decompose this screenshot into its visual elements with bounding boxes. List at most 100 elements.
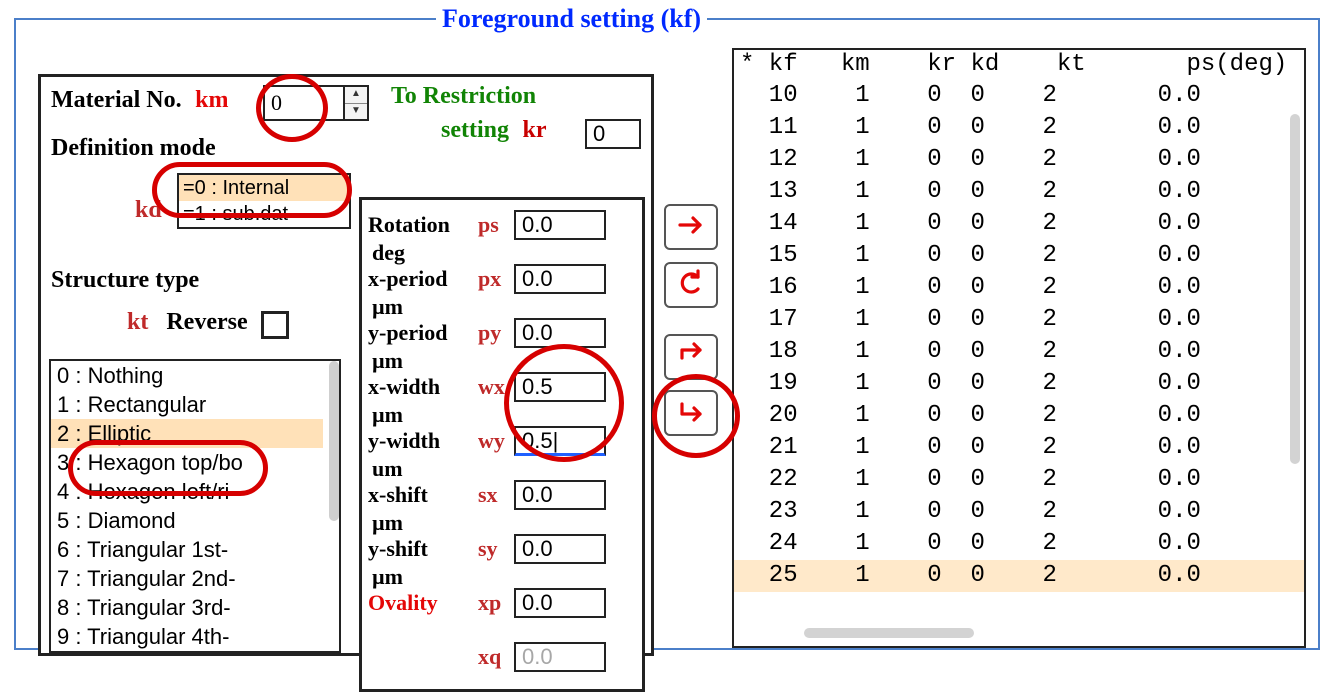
restriction-input[interactable] <box>585 119 641 149</box>
table-horizontal-scrollbar[interactable] <box>804 628 974 638</box>
param-row: x-widthwxµm <box>368 372 642 408</box>
apply-right-button[interactable] <box>664 204 718 250</box>
table-vertical-scrollbar[interactable] <box>1290 114 1300 464</box>
arrow-right-icon <box>676 210 706 240</box>
param-row: xq <box>368 642 642 678</box>
material-spinner: ▲ ▼ <box>263 85 369 121</box>
structure-type-item[interactable]: 1 : Rectangular <box>51 390 323 419</box>
param-label: y-shift <box>368 536 478 562</box>
table-row[interactable]: 21 1 0 0 2 0.0 <box>734 432 1304 464</box>
param-input-px[interactable] <box>514 264 606 294</box>
table-row[interactable]: 14 1 0 0 2 0.0 <box>734 208 1304 240</box>
structure-type-code: kt <box>127 309 148 335</box>
param-row: Rotationpsdeg <box>368 210 642 246</box>
param-row: x-periodpxµm <box>368 264 642 300</box>
settings-panel: Material No. km ▲ ▼ To Restriction setti… <box>38 74 654 656</box>
table-row[interactable]: 17 1 0 0 2 0.0 <box>734 304 1304 336</box>
param-label: Rotation <box>368 212 478 238</box>
param-input-xq[interactable] <box>514 642 606 672</box>
param-row: y-widthwyum <box>368 426 642 462</box>
parameters-panel: Rotationpsdegx-periodpxµmy-periodpyµmx-w… <box>359 197 645 692</box>
param-label: Ovality <box>368 590 478 616</box>
structure-list-scrollbar[interactable] <box>329 361 339 521</box>
loop-button[interactable] <box>664 262 718 308</box>
param-code: xq <box>478 644 514 670</box>
restriction-label2: setting <box>441 117 509 143</box>
table-row[interactable]: 12 1 0 0 2 0.0 <box>734 144 1304 176</box>
param-input-xp[interactable] <box>514 588 606 618</box>
param-code: sy <box>478 536 514 562</box>
param-unit: µm <box>372 402 420 428</box>
structure-type-item[interactable]: 3 : Hexagon top/bo <box>51 448 323 477</box>
param-label: x-period <box>368 266 478 292</box>
spinner-up-icon[interactable]: ▲ <box>345 87 367 104</box>
foreground-table: * kf km kr kd kt ps(deg) 10 1 0 0 2 0.0 … <box>732 48 1306 648</box>
param-label: y-width <box>368 428 478 454</box>
definition-mode-code: kd <box>135 197 162 223</box>
material-code: km <box>195 87 228 113</box>
table-row[interactable]: 18 1 0 0 2 0.0 <box>734 336 1304 368</box>
structure-type-item[interactable]: 6 : Triangular 1st- <box>51 535 323 564</box>
param-row: Ovalityxp <box>368 588 642 624</box>
param-code: wy <box>478 428 514 454</box>
param-input-py[interactable] <box>514 318 606 348</box>
param-unit: µm <box>372 510 420 536</box>
definition-mode-item[interactable]: =0 : Internal <box>179 175 349 201</box>
insert-down-button[interactable] <box>664 390 718 436</box>
definition-mode-label: Definition mode <box>51 135 216 161</box>
param-code: xp <box>478 590 514 616</box>
param-row: x-shiftsxµm <box>368 480 642 516</box>
table-row[interactable]: 15 1 0 0 2 0.0 <box>734 240 1304 272</box>
skip-button[interactable] <box>664 334 718 380</box>
table-header: * kf km kr kd kt ps(deg) <box>734 50 1304 80</box>
param-code: py <box>478 320 514 346</box>
table-row[interactable]: 16 1 0 0 2 0.0 <box>734 272 1304 304</box>
param-label: y-period <box>368 320 478 346</box>
table-row[interactable]: 13 1 0 0 2 0.0 <box>734 176 1304 208</box>
param-code: ps <box>478 212 514 238</box>
definition-mode-item[interactable]: =1 : sub.dat <box>179 201 349 227</box>
param-input-sx[interactable] <box>514 480 606 510</box>
restriction-code: kr <box>523 117 547 143</box>
material-input[interactable] <box>265 87 343 119</box>
param-input-wy[interactable] <box>514 426 606 456</box>
structure-type-item[interactable]: 2 : Elliptic <box>51 419 323 448</box>
table-row[interactable]: 20 1 0 0 2 0.0 <box>734 400 1304 432</box>
param-unit: deg <box>372 240 420 266</box>
table-row[interactable]: 11 1 0 0 2 0.0 <box>734 112 1304 144</box>
param-input-ps[interactable] <box>514 210 606 240</box>
structure-type-list[interactable]: 0 : Nothing1 : Rectangular2 : Elliptic3 … <box>49 359 341 653</box>
param-unit: µm <box>372 294 420 320</box>
param-code: sx <box>478 482 514 508</box>
spinner-down-icon[interactable]: ▼ <box>345 104 367 120</box>
structure-type-item[interactable]: 7 : Triangular 2nd- <box>51 564 323 593</box>
panel-title: Foreground setting (kf) <box>436 4 707 34</box>
param-row: y-shiftsyµm <box>368 534 642 570</box>
structure-type-item[interactable]: 9 : Triangular 4th- <box>51 622 323 651</box>
arrow-insert-icon <box>676 396 706 426</box>
reverse-checkbox[interactable] <box>261 311 289 339</box>
param-input-wx[interactable] <box>514 372 606 402</box>
param-label: x-shift <box>368 482 478 508</box>
param-row: y-periodpyµm <box>368 318 642 354</box>
arrow-skip-icon <box>676 340 706 370</box>
param-unit: µm <box>372 564 420 590</box>
param-input-sy[interactable] <box>514 534 606 564</box>
table-row[interactable]: 10 1 0 0 2 0.0 <box>734 80 1304 112</box>
table-row[interactable]: 23 1 0 0 2 0.0 <box>734 496 1304 528</box>
structure-type-item[interactable]: 4 : Hexagon left/ri <box>51 477 323 506</box>
table-row[interactable]: 25 1 0 0 2 0.0 <box>734 560 1304 592</box>
table-row[interactable]: 22 1 0 0 2 0.0 <box>734 464 1304 496</box>
param-unit: um <box>372 456 420 482</box>
restriction-label1: To Restriction <box>391 83 536 109</box>
table-row[interactable]: 19 1 0 0 2 0.0 <box>734 368 1304 400</box>
structure-type-item[interactable]: 8 : Triangular 3rd- <box>51 593 323 622</box>
structure-type-item[interactable]: 0 : Nothing <box>51 361 323 390</box>
param-code: px <box>478 266 514 292</box>
definition-mode-list[interactable]: =0 : Internal=1 : sub.dat <box>177 173 351 229</box>
table-row[interactable]: 24 1 0 0 2 0.0 <box>734 528 1304 560</box>
structure-type-item[interactable]: 5 : Diamond <box>51 506 323 535</box>
param-unit: µm <box>372 348 420 374</box>
foreground-setting-panel: Foreground setting (kf) Material No. km … <box>14 4 1320 650</box>
arrow-loop-icon <box>676 268 706 298</box>
